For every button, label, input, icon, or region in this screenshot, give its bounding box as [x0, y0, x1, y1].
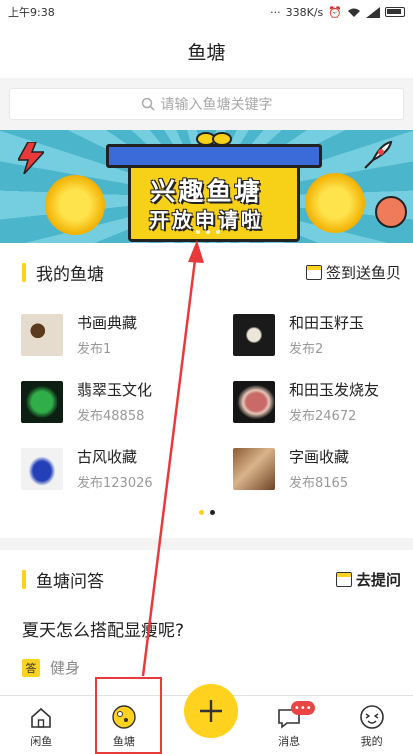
- pond-item[interactable]: 书画典藏 发布1: [0, 301, 212, 368]
- tab-messages-label: 消息: [278, 735, 301, 748]
- pond-name: 和田玉发烧友: [289, 380, 380, 399]
- my-ponds-header: 我的鱼塘 签到送鱼贝: [0, 243, 413, 301]
- pond-count: 发布123026: [77, 475, 153, 491]
- pond-name: 翡翠玉文化: [77, 380, 153, 399]
- page-title: 鱼塘: [187, 41, 226, 64]
- ask-icon: [335, 571, 352, 587]
- pond-count: 发布48858: [77, 408, 145, 424]
- lightning-icon: [18, 142, 44, 174]
- pond-name: 古风收藏: [77, 447, 138, 466]
- my-ponds-title: 我的鱼塘: [22, 260, 104, 285]
- tab-profile-label: 我的: [360, 735, 383, 748]
- pond-thumbnail: [21, 313, 63, 356]
- page-title-bar: 鱼塘: [0, 24, 413, 78]
- pond-count: 发布8165: [289, 475, 349, 491]
- my-ponds-section: 我的鱼塘 签到送鱼贝 书画典藏 发布1 和田玉籽玉 发布2 翡翠玉文化 发布48…: [0, 243, 413, 538]
- pond-item[interactable]: 古风收藏 发布123026: [0, 435, 212, 502]
- gift-box-lid: [106, 144, 322, 168]
- search-area: 请输入鱼塘关键字: [0, 78, 413, 130]
- calendar-icon: [305, 264, 322, 280]
- status-bar: 上午9:38 ··· 338K/s ⏰: [0, 0, 413, 24]
- qa-header: 鱼塘问答 去提问: [0, 550, 413, 608]
- wifi-icon: [348, 8, 360, 17]
- pond-thumbnail: [233, 313, 275, 356]
- pond-name: 字画收藏: [289, 447, 350, 466]
- pond-grid: 书画典藏 发布1 和田玉籽玉 发布2 翡翠玉文化 发布48858 和田玉发烧友 …: [0, 301, 413, 502]
- planet-icon: [375, 196, 407, 228]
- tab-profile[interactable]: 我的: [330, 696, 413, 754]
- status-dots: ···: [270, 5, 281, 19]
- pond-item[interactable]: 翡翠玉文化 发布48858: [0, 368, 212, 435]
- pond-thumbnail: [233, 447, 275, 490]
- publish-button[interactable]: [184, 684, 238, 738]
- pond-count: 发布1: [77, 341, 112, 357]
- pond-thumbnail: [21, 447, 63, 490]
- pond-name: 书画典藏: [77, 313, 138, 332]
- pond-thumbnail: [233, 380, 275, 423]
- home-icon: [31, 707, 52, 728]
- tab-messages[interactable]: ••• 消息: [248, 696, 331, 754]
- battery-icon: [385, 7, 405, 17]
- pond-count: 发布2: [289, 341, 324, 357]
- rocket-icon: [364, 140, 393, 169]
- message-badge: •••: [290, 701, 315, 715]
- ask-question-button[interactable]: 去提问: [335, 569, 401, 590]
- pager-dot-active: [198, 510, 204, 515]
- answer-text: 健身: [50, 659, 81, 677]
- annotation-highlight-box: [95, 677, 162, 754]
- status-time: 上午9:38: [8, 6, 55, 19]
- profile-face-icon: [359, 705, 384, 729]
- pond-item[interactable]: 和田玉籽玉 发布2: [212, 301, 413, 368]
- status-icons: ··· 338K/s ⏰: [270, 6, 405, 19]
- pond-name: 和田玉籽玉: [289, 313, 365, 332]
- qa-question[interactable]: 夏天怎么搭配显瘦呢?: [0, 608, 413, 641]
- pond-item[interactable]: 和田玉发烧友 发布24672: [212, 368, 413, 435]
- tab-home[interactable]: 闲鱼: [0, 696, 83, 754]
- search-icon: [141, 97, 155, 111]
- pond-thumbnail: [21, 380, 63, 423]
- alarm-icon: ⏰: [328, 5, 342, 19]
- banner-headline: 兴趣鱼塘: [150, 177, 263, 206]
- signal-icon: [366, 6, 380, 18]
- pond-pager: [0, 510, 413, 515]
- signin-label: 签到送鱼贝: [325, 263, 401, 282]
- search-placeholder: 请输入鱼塘关键字: [160, 97, 273, 113]
- pager-dot: [209, 510, 215, 515]
- banner-pager: [196, 230, 220, 234]
- search-input[interactable]: 请输入鱼塘关键字: [9, 88, 404, 120]
- answer-badge: 答: [22, 658, 40, 677]
- ask-label: 去提问: [355, 570, 401, 589]
- qa-answer[interactable]: 答 健身: [0, 641, 413, 678]
- banner-subline: 开放申请啦: [149, 208, 264, 232]
- tab-home-label: 闲鱼: [30, 735, 53, 748]
- promo-banner[interactable]: 兴趣鱼塘 开放申请啦: [0, 130, 413, 243]
- network-speed: 338K/s: [285, 5, 324, 19]
- pond-count: 发布24672: [289, 408, 357, 424]
- pond-item[interactable]: 字画收藏 发布8165: [212, 435, 413, 502]
- qa-section: 鱼塘问答 去提问 夏天怎么搭配显瘦呢? 答 健身: [0, 550, 413, 695]
- qa-title: 鱼塘问答: [22, 567, 104, 592]
- plus-icon: [200, 700, 222, 722]
- signin-button[interactable]: 签到送鱼贝: [305, 262, 401, 283]
